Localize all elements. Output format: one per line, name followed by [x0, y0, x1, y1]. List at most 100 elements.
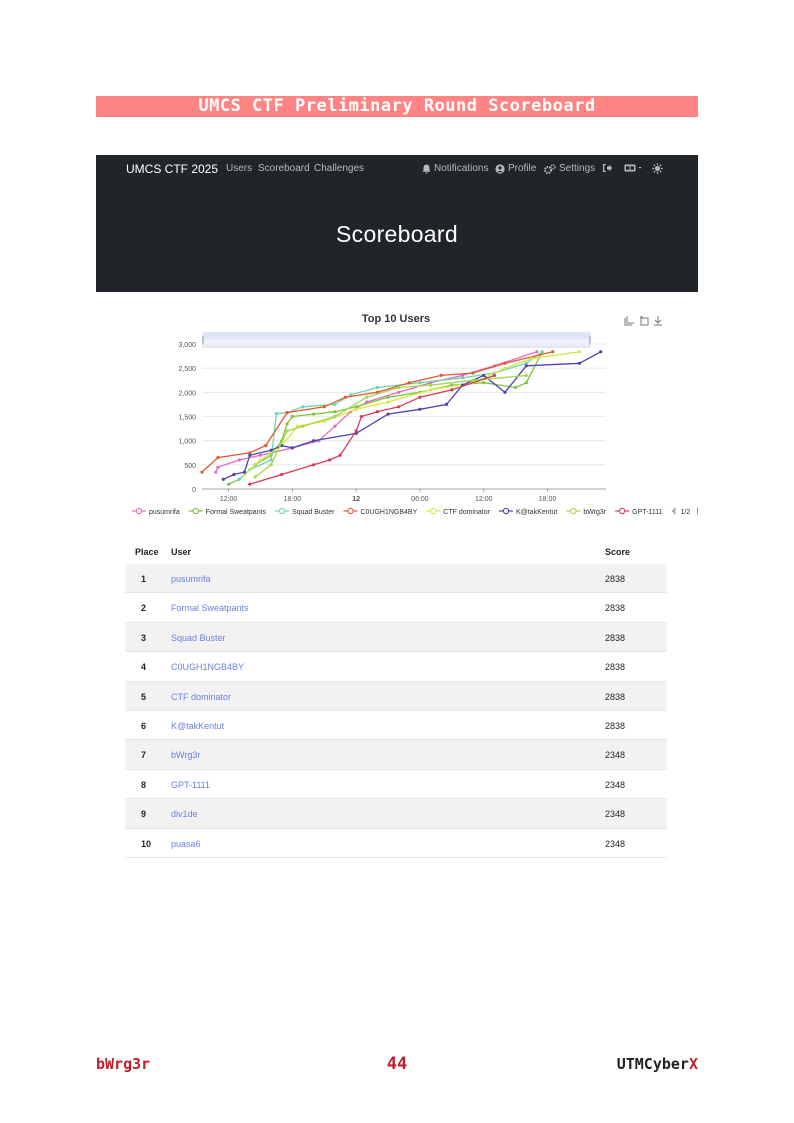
row-user-link[interactable]: C0UGH1NGB4BY — [171, 662, 244, 672]
data-point[interactable] — [312, 439, 316, 443]
nav-profile[interactable]: Profile — [495, 163, 536, 174]
row-user-link[interactable]: Squad Buster — [171, 633, 226, 643]
data-point[interactable] — [524, 381, 528, 385]
data-point[interactable] — [530, 356, 534, 361]
series-Formal Sweatpants[interactable] — [227, 350, 544, 486]
data-point[interactable] — [328, 458, 332, 462]
datazoom-handle-left[interactable] — [202, 336, 204, 344]
data-point[interactable] — [285, 429, 289, 433]
data-point[interactable] — [258, 453, 263, 457]
datazoom-handle-right[interactable] — [589, 336, 591, 344]
data-point[interactable] — [338, 453, 342, 457]
row-user-link[interactable]: CTF dominator — [171, 692, 231, 702]
row-user-link[interactable]: div1de — [171, 809, 198, 819]
data-point[interactable] — [312, 463, 316, 467]
data-point[interactable] — [290, 446, 294, 450]
legend-item[interactable]: CTF dominator — [426, 507, 491, 516]
data-point[interactable] — [285, 411, 289, 415]
data-point[interactable] — [322, 405, 326, 409]
data-point[interactable] — [450, 388, 454, 392]
data-point[interactable] — [269, 448, 273, 452]
data-point[interactable] — [274, 412, 278, 416]
data-point[interactable] — [248, 453, 252, 457]
data-point[interactable] — [301, 405, 305, 409]
data-point[interactable] — [482, 373, 486, 377]
data-point[interactable] — [242, 470, 247, 474]
data-point[interactable] — [248, 482, 252, 486]
data-point[interactable] — [237, 477, 241, 481]
row-user-link[interactable]: GPT-1111 — [171, 780, 210, 790]
language-dropdown[interactable] — [624, 163, 644, 173]
data-point[interactable] — [577, 361, 581, 365]
nav-link-users[interactable]: Users — [226, 163, 252, 174]
brand-link[interactable]: UMCS CTF 2025 — [126, 162, 218, 176]
data-point[interactable] — [301, 424, 305, 428]
series-K@takKentut[interactable] — [221, 350, 603, 481]
data-point[interactable] — [269, 463, 273, 467]
data-point[interactable] — [577, 350, 581, 354]
data-point[interactable] — [343, 395, 348, 399]
data-point[interactable] — [386, 412, 390, 416]
data-point[interactable] — [386, 400, 390, 404]
chart-datazoom-slider[interactable] — [202, 332, 591, 348]
data-point[interactable] — [221, 477, 225, 481]
data-point[interactable] — [439, 373, 443, 377]
legend-item[interactable]: Formal Sweatpants — [188, 507, 267, 516]
zoom-reset-icon[interactable] — [640, 316, 649, 326]
data-point[interactable] — [551, 350, 555, 354]
data-point[interactable] — [200, 470, 204, 474]
logout-button[interactable] — [602, 163, 613, 173]
data-point[interactable] — [290, 414, 294, 419]
row-user-link[interactable]: pusumrifa — [171, 574, 211, 584]
data-point[interactable] — [418, 381, 422, 385]
data-point[interactable] — [429, 388, 433, 392]
data-point[interactable] — [397, 385, 401, 390]
data-point[interactable] — [540, 350, 544, 354]
data-point[interactable] — [397, 390, 401, 394]
data-point[interactable] — [365, 395, 369, 399]
data-point[interactable] — [535, 350, 539, 354]
data-point[interactable] — [524, 364, 528, 368]
data-point[interactable] — [264, 443, 268, 448]
data-point[interactable] — [232, 472, 236, 477]
data-point[interactable] — [503, 361, 507, 365]
legend-item[interactable]: GPT-1111 — [615, 507, 663, 516]
legend-item[interactable]: K@takKentut — [498, 507, 557, 516]
data-point[interactable] — [514, 385, 518, 390]
data-point[interactable] — [258, 458, 263, 462]
nav-settings[interactable]: Settings — [544, 163, 595, 174]
data-point[interactable] — [216, 456, 220, 460]
download-icon[interactable] — [654, 316, 662, 326]
data-point[interactable] — [285, 422, 289, 426]
data-point[interactable] — [492, 373, 496, 378]
data-point[interactable] — [214, 470, 218, 474]
data-point[interactable] — [599, 350, 603, 354]
data-point[interactable] — [482, 381, 486, 385]
data-point[interactable] — [333, 402, 337, 406]
legend-item[interactable]: Squad Buster — [275, 507, 335, 516]
data-point[interactable] — [237, 458, 241, 462]
data-point[interactable] — [471, 371, 475, 375]
data-point[interactable] — [407, 381, 411, 385]
row-user-link[interactable]: K@takKentut — [171, 721, 224, 731]
row-user-link[interactable]: puasa6 — [171, 839, 201, 849]
data-point[interactable] — [280, 472, 284, 477]
legend-item[interactable]: bWrg3r — [566, 507, 607, 516]
data-point[interactable] — [460, 376, 465, 380]
data-point[interactable] — [418, 395, 422, 399]
row-user-link[interactable]: Formal Sweatpants — [171, 603, 249, 613]
data-point[interactable] — [503, 390, 507, 394]
legend-item[interactable]: pusumrifa — [132, 507, 180, 516]
nav-notifications[interactable]: Notifications — [422, 163, 488, 174]
nav-link-scoreboard[interactable]: Scoreboard — [258, 163, 310, 174]
data-point[interactable] — [429, 383, 433, 387]
data-point[interactable] — [333, 424, 337, 428]
data-point[interactable] — [359, 414, 364, 419]
series-Squad Buster[interactable] — [237, 350, 544, 481]
data-point[interactable] — [312, 412, 316, 416]
data-point[interactable] — [253, 475, 257, 479]
data-point[interactable] — [333, 414, 337, 419]
data-point[interactable] — [354, 407, 358, 411]
data-point[interactable] — [418, 407, 422, 411]
series-CTF dominator[interactable] — [242, 350, 581, 477]
